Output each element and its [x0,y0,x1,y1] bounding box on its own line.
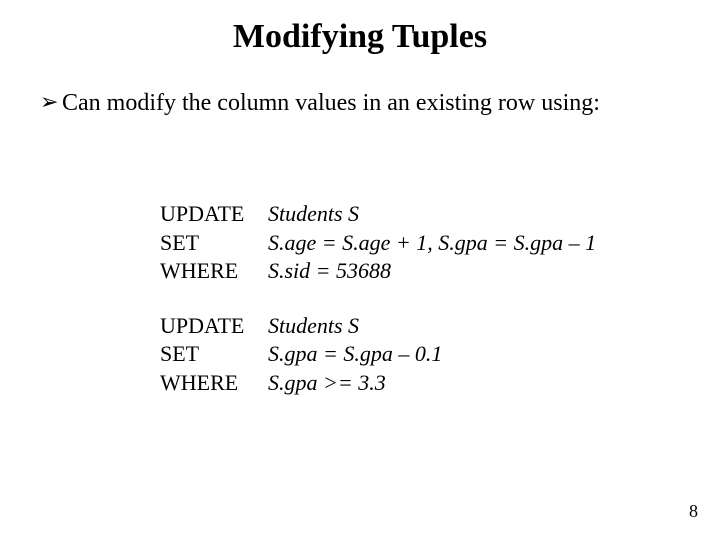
code-area: UPDATEStudents S SETS.age = S.age + 1, S… [160,200,680,424]
bullet-item: ➢ Can modify the column values in an exi… [40,88,680,118]
sql-rest: Students S [268,313,359,338]
code-line: UPDATEStudents S [160,312,680,341]
code-line: WHERES.sid = 53688 [160,257,680,286]
sql-rest: S.age = S.age + 1, S.gpa = S.gpa – 1 [268,230,596,255]
sql-example-2: UPDATEStudents S SETS.gpa = S.gpa – 0.1 … [160,312,680,398]
sql-keyword: WHERE [160,369,268,398]
slide: Modifying Tuples ➢ Can modify the column… [0,0,720,540]
sql-example-1: UPDATEStudents S SETS.age = S.age + 1, S… [160,200,680,286]
sql-keyword: UPDATE [160,200,268,229]
bullet-text: Can modify the column values in an exist… [62,88,680,118]
sql-rest: S.sid = 53688 [268,258,391,283]
code-line: SETS.gpa = S.gpa – 0.1 [160,340,680,369]
page-number: 8 [689,501,698,522]
body-text: ➢ Can modify the column values in an exi… [40,88,680,118]
sql-rest: Students S [268,201,359,226]
sql-keyword: WHERE [160,257,268,286]
code-line: SETS.age = S.age + 1, S.gpa = S.gpa – 1 [160,229,680,258]
sql-keyword: UPDATE [160,312,268,341]
bullet-marker: ➢ [40,88,62,117]
code-line: WHERES.gpa >= 3.3 [160,369,680,398]
slide-title: Modifying Tuples [0,18,720,56]
sql-keyword: SET [160,340,268,369]
sql-keyword: SET [160,229,268,258]
code-line: UPDATEStudents S [160,200,680,229]
sql-rest: S.gpa = S.gpa – 0.1 [268,341,442,366]
sql-rest: S.gpa >= 3.3 [268,370,386,395]
